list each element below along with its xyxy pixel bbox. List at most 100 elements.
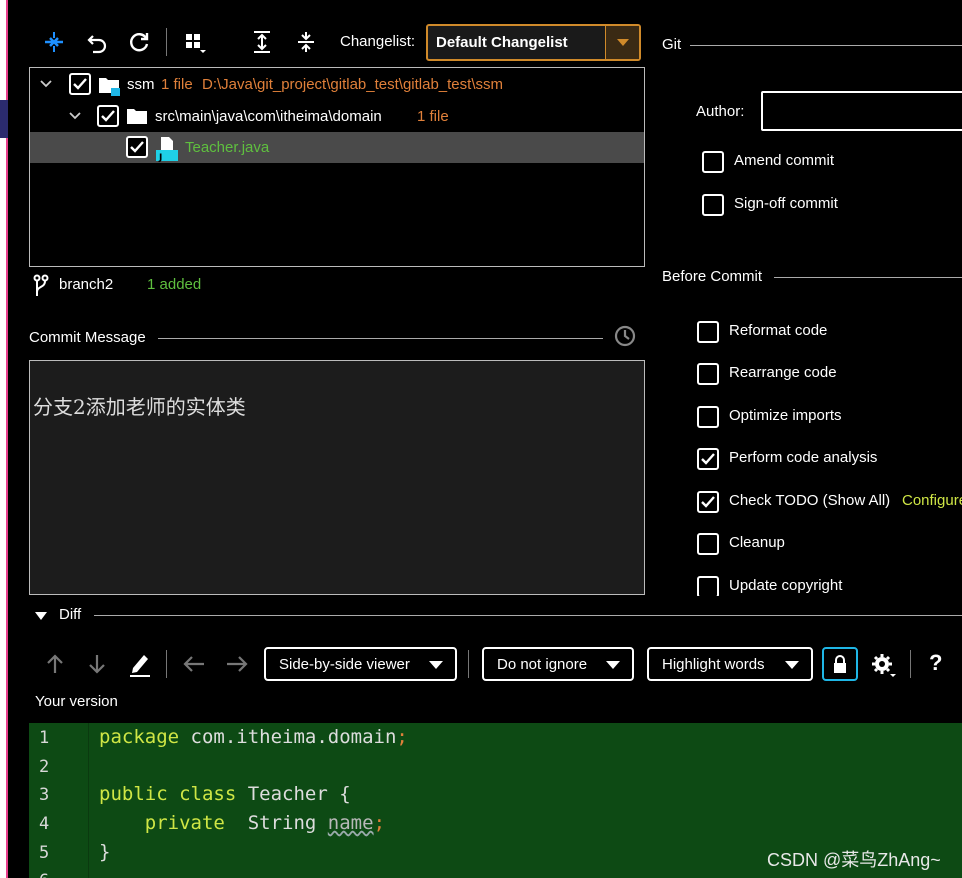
java-file-icon: J: [156, 137, 178, 162]
line-number: 2: [39, 757, 50, 777]
branch-name: branch2: [59, 276, 114, 293]
signoff-commit-label: Sign-off commit: [734, 195, 838, 212]
lock-icon: [834, 655, 846, 673]
expand-all-icon[interactable]: [248, 28, 276, 56]
commit-message-text: 分支2添加老师的实体类: [33, 395, 246, 419]
ignore-select[interactable]: Do not ignore: [482, 647, 634, 681]
viewer-select[interactable]: Side-by-side viewer: [264, 647, 457, 681]
highlight-select[interactable]: Highlight words: [647, 647, 813, 681]
arrow-right-icon[interactable]: [225, 653, 249, 675]
section-divider: [774, 277, 962, 278]
module-folder-icon: [99, 78, 120, 96]
ignore-value: Do not ignore: [497, 656, 588, 673]
code-analysis-checkbox[interactable]: [697, 448, 719, 470]
gear-icon[interactable]: [870, 652, 898, 680]
changelist-select[interactable]: Default Changelist: [426, 24, 641, 61]
section-divider: [158, 338, 603, 339]
toolbar-separator: [166, 650, 167, 678]
your-version-label: Your version: [35, 693, 118, 710]
changelist-value: Default Changelist: [436, 34, 568, 51]
line-gutter: 1 2 3 4 5 6: [29, 723, 89, 878]
reformat-code-checkbox[interactable]: [697, 321, 719, 343]
root-path: D:\Java\git_project\gitlab_test\gitlab_t…: [202, 76, 503, 93]
root-name: ssm: [127, 76, 155, 93]
section-divider: [94, 615, 962, 616]
before-commit-title: Before Commit: [662, 268, 763, 285]
history-icon[interactable]: [613, 324, 637, 348]
tree-row-folder[interactable]: src\main\java\com\itheima\domain 1 file: [30, 101, 644, 132]
help-icon[interactable]: ?: [929, 650, 942, 676]
changes-tree: ssm 1 file D:\Java\git_project\gitlab_te…: [29, 67, 645, 267]
code-line-4: private String name;: [99, 812, 386, 834]
group-by-icon[interactable]: [181, 28, 209, 56]
signoff-commit-checkbox[interactable]: [702, 194, 724, 216]
git-section-title: Git: [662, 36, 682, 53]
collapse-all-icon[interactable]: [292, 28, 320, 56]
line-number: 5: [39, 843, 50, 863]
folder-name: src\main\java\com\itheima\domain: [155, 108, 382, 125]
update-copyright-checkbox[interactable]: [697, 576, 719, 598]
branch-status: 1 added: [147, 276, 202, 293]
code-line-1: package com.itheima.domain;: [99, 726, 408, 748]
amend-commit-checkbox[interactable]: [702, 151, 724, 173]
refresh-icon[interactable]: [125, 28, 153, 56]
root-checkbox[interactable]: [69, 73, 91, 95]
optimize-imports-checkbox[interactable]: [697, 406, 719, 428]
viewer-value: Side-by-side viewer: [279, 656, 410, 673]
root-count: 1 file: [161, 76, 193, 93]
line-number: 1: [39, 728, 50, 748]
window-edge: [0, 0, 8, 878]
configure-link[interactable]: Configure: [902, 492, 962, 509]
toolbar-separator: [166, 28, 167, 56]
highlight-value: Highlight words: [662, 656, 765, 673]
watermark: CSDN @菜鸟ZhAng~: [767, 850, 941, 870]
folder-checkbox[interactable]: [97, 105, 119, 127]
code-line-5: }: [99, 841, 111, 863]
author-input[interactable]: [761, 91, 962, 131]
tree-row-file[interactable]: J Teacher.java: [30, 132, 644, 163]
file-name: Teacher.java: [185, 139, 270, 156]
amend-commit-label: Amend commit: [734, 152, 835, 169]
chevron-down-icon[interactable]: [39, 77, 53, 91]
author-label: Author:: [696, 103, 745, 120]
scroll-clip: [650, 596, 962, 602]
svg-text:J: J: [158, 153, 162, 162]
folder-count: 1 file: [417, 108, 449, 125]
branch-icon: [33, 274, 49, 296]
changelist-label: Changelist:: [340, 33, 416, 50]
folder-icon: [127, 109, 147, 124]
commit-message-textarea[interactable]: 分支2添加老师的实体类: [29, 360, 645, 595]
file-checkbox[interactable]: [126, 136, 148, 158]
lock-button[interactable]: [822, 647, 858, 681]
chevron-down-icon: [606, 661, 620, 669]
cleanup-checkbox[interactable]: [697, 533, 719, 555]
arrow-down-icon[interactable]: [86, 653, 108, 675]
edit-icon[interactable]: [128, 651, 152, 677]
rearrange-code-checkbox[interactable]: [697, 363, 719, 385]
rearrange-code-label: Rearrange code: [729, 364, 837, 381]
reformat-code-label: Reformat code: [729, 322, 828, 339]
toolbar-separator: [910, 650, 911, 678]
chevron-down-icon: [429, 661, 443, 669]
diff-title: Diff: [59, 606, 82, 623]
optimize-imports-label: Optimize imports: [729, 407, 842, 424]
arrow-left-icon[interactable]: [182, 653, 206, 675]
section-divider: [690, 45, 962, 46]
line-number: 6: [39, 871, 49, 878]
cleanup-label: Cleanup: [729, 534, 785, 551]
line-number: 4: [39, 814, 50, 834]
chevron-down-icon: [785, 661, 799, 669]
code-analysis-label: Perform code analysis: [729, 449, 878, 466]
rollback-icon[interactable]: [83, 28, 111, 56]
line-number: 3: [39, 785, 50, 805]
chevron-down-icon[interactable]: [68, 109, 82, 123]
collapse-triangle-icon[interactable]: [34, 610, 48, 622]
tree-row-root[interactable]: ssm 1 file D:\Java\git_project\gitlab_te…: [30, 69, 644, 100]
update-copyright-label: Update copyright: [729, 577, 843, 594]
check-todo-checkbox[interactable]: [697, 491, 719, 513]
compare-icon[interactable]: [40, 28, 68, 56]
chevron-down-icon: [605, 26, 639, 59]
arrow-up-icon[interactable]: [44, 653, 66, 675]
code-line-3: public class Teacher {: [99, 783, 351, 805]
commit-message-title: Commit Message: [29, 329, 146, 346]
